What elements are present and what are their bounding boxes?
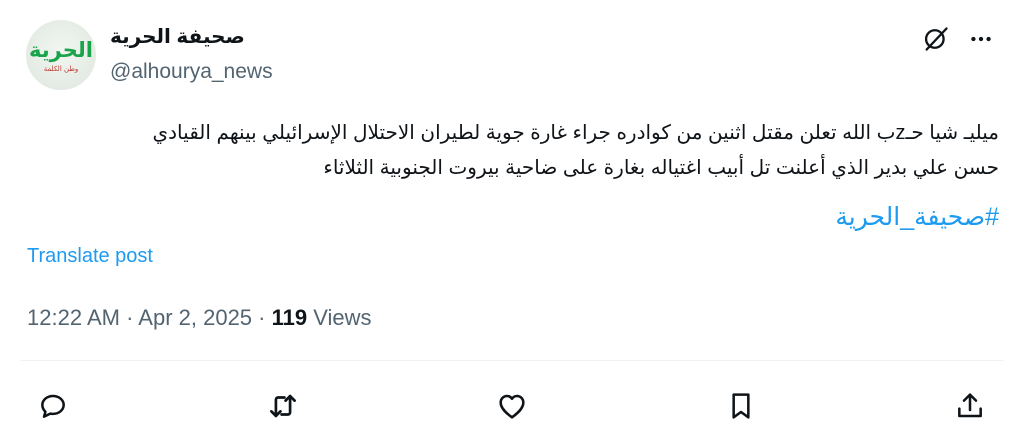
like-icon (499, 394, 525, 419)
reply-button[interactable] (35, 388, 71, 424)
views-label: Views (307, 305, 372, 330)
avatar[interactable]: الحرية وطن الكلمة (26, 20, 96, 90)
more-icon[interactable] (966, 24, 996, 54)
divider (20, 360, 1004, 361)
display-name[interactable]: صحيفة الحرية (110, 24, 245, 49)
like-button[interactable] (494, 388, 530, 424)
reply-icon (41, 394, 65, 418)
bookmark-button[interactable] (723, 388, 759, 424)
share-icon (958, 393, 982, 418)
views-count[interactable]: 119 (272, 305, 308, 330)
user-handle[interactable]: @alhourya_news (110, 60, 273, 84)
post-meta: 12:22 AM · Apr 2, 2025 · 119 Views (27, 305, 372, 331)
translate-post-link[interactable]: Translate post (27, 245, 153, 268)
repost-icon (270, 394, 296, 418)
meta-separator: · (252, 305, 272, 330)
bookmark-icon (732, 393, 750, 419)
grok-icon[interactable] (921, 24, 951, 54)
post-text-line: حسن علي بدير الذي أعلنت تل أبيب اغتياله … (323, 157, 999, 179)
meta-separator: · (119, 305, 139, 330)
repost-button[interactable] (265, 388, 301, 424)
post-time[interactable]: 12:22 AM (27, 305, 120, 330)
avatar-logo-text: الحرية (29, 37, 93, 62)
post-text-line: ميليـ شيا حـzب الله تعلن مقتل اثنين من ك… (152, 122, 1000, 144)
post-text: ميليـ شيا حـzب الله تعلن مقتل اثنين من ك… (20, 116, 1000, 186)
hashtag-link[interactable]: #صحيفة_الحرية (835, 202, 999, 232)
share-button[interactable] (952, 388, 988, 424)
post-date[interactable]: Apr 2, 2025 (138, 305, 252, 330)
avatar-logo-subtext: وطن الكلمة (43, 64, 79, 73)
